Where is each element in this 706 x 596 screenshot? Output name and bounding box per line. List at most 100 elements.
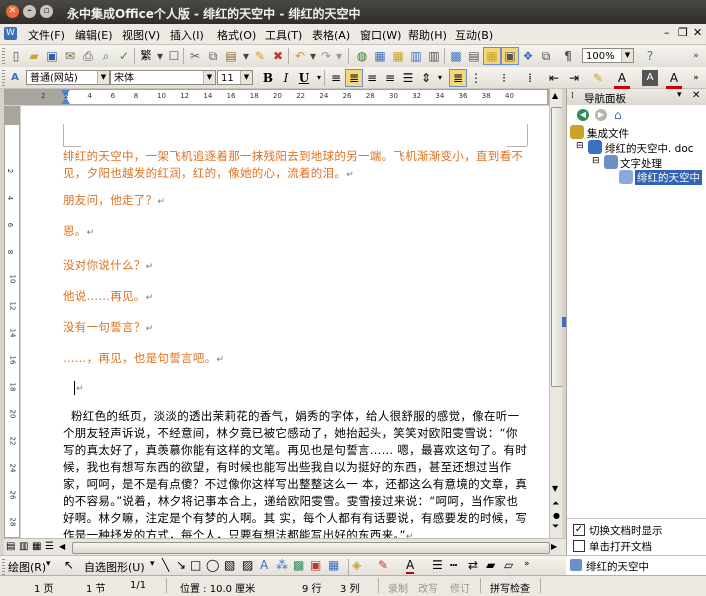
tree-item-document[interactable]: 绯红的天空中. doc [605, 141, 694, 156]
line-spacing-dropdown-icon[interactable]: ▾ [432, 70, 448, 86]
maximize-window-button[interactable]: ▫ [40, 5, 53, 18]
hyperlink-icon[interactable]: ◍ [354, 48, 370, 64]
toolbar-options-icon[interactable]: » [524, 559, 530, 569]
pane-dropdown-icon[interactable]: ▾ [677, 90, 682, 100]
paragraph[interactable]: 绯红的天空中，一架飞机追逐着那一抹残阳去到地球的另一端。飞机渐渐变小，直到看不见… [63, 148, 528, 184]
insert-table-icon[interactable]: ▦ [390, 48, 406, 64]
switch-doc-checkbox[interactable]: ✓ [573, 524, 585, 536]
columns-icon[interactable]: ▥ [426, 48, 442, 64]
oval-icon[interactable]: ◯ [206, 558, 219, 572]
picture-icon[interactable]: ▣ [310, 558, 321, 572]
clear-icon[interactable]: ✖ [270, 48, 286, 64]
paste-icon[interactable]: ▤ [223, 48, 239, 64]
forward-icon[interactable]: ▶ [595, 109, 607, 121]
status-overwrite[interactable]: 改写 [418, 580, 438, 595]
scroll-right-icon[interactable]: ▶ [551, 542, 557, 551]
back-icon[interactable]: ◀ [577, 109, 589, 121]
bold-button[interactable]: B [260, 70, 276, 86]
paragraph[interactable]: 他说……再见。↵ [63, 288, 528, 307]
drawing-icon[interactable]: ▩ [448, 48, 464, 64]
status-spellcheck[interactable]: 拼写检查 [490, 580, 530, 595]
insert-image-icon[interactable]: ▦ [328, 558, 339, 572]
vertical-textbox-icon[interactable]: ▨ [242, 558, 253, 572]
bullets-icon[interactable]: ⁝ [496, 70, 512, 86]
align-right-icon[interactable]: ≡ [382, 70, 398, 86]
diagram-icon[interactable]: ⁂ [276, 558, 288, 572]
document-map-icon[interactable]: ▤ [466, 48, 482, 64]
align-center-icon[interactable]: ≡ [364, 70, 380, 86]
fill-color-icon[interactable]: ◈ [352, 558, 361, 572]
thumbnail-icon[interactable]: ❖ [520, 48, 536, 64]
redo-dropdown-icon[interactable]: ▾ [331, 48, 347, 64]
tree-item-word-processing[interactable]: 文字处理 [620, 156, 662, 171]
format-painter-icon[interactable]: ✎ [252, 48, 268, 64]
multilevel-list-icon[interactable]: ⁞ [522, 70, 538, 86]
paragraph[interactable]: 朋友问，他走了？↵ [63, 192, 528, 211]
status-record[interactable]: 录制 [388, 580, 408, 595]
paragraph[interactable]: 没有一句誓言？↵ [63, 319, 528, 338]
page-view-icon[interactable]: ▦ [32, 541, 41, 552]
spellcheck-icon[interactable]: ✓ [116, 48, 132, 64]
doc-restore-icon[interactable]: ❐ [678, 26, 688, 39]
font-size-select[interactable]: 11 ▼ [217, 70, 253, 85]
increase-indent-icon[interactable]: ⇥ [566, 70, 582, 86]
char-shading-icon[interactable]: A [642, 70, 658, 86]
document-tab[interactable]: 绯红的天空中 [566, 555, 706, 576]
save-icon[interactable]: ▣ [44, 48, 60, 64]
minimize-window-button[interactable]: – [23, 5, 36, 18]
help-icon[interactable]: ? [642, 48, 658, 64]
research-icon[interactable]: ☐ [166, 48, 182, 64]
paragraph[interactable]: ……，再见，也是句誓言吧。↵ [63, 350, 528, 369]
tree-item-integrated-file[interactable]: 集成文件 [587, 126, 629, 141]
rectangle-icon[interactable]: □ [190, 558, 201, 572]
italic-button[interactable]: I [278, 70, 294, 86]
scroll-up-icon[interactable]: ▲ [552, 91, 558, 100]
underline-button[interactable]: U [296, 70, 312, 86]
draw-dropdown-icon[interactable]: ▾ [46, 559, 51, 569]
shadow-icon[interactable]: ▰ [486, 558, 495, 572]
menu-view[interactable]: 视图(V) [122, 27, 160, 43]
open-folder-icon[interactable]: ▰ [26, 48, 42, 64]
line-icon[interactable]: ╲ [162, 558, 169, 572]
toolbar-options-icon[interactable]: » [688, 48, 704, 64]
status-track[interactable]: 修订 [450, 580, 470, 595]
numbering-icon[interactable]: ⋮ [468, 70, 484, 86]
zoom-select[interactable]: 100% ▼ [582, 48, 634, 63]
clipart-icon[interactable]: ▩ [293, 558, 304, 572]
app-menu-icon[interactable]: W [4, 27, 17, 40]
line-style-icon[interactable]: ☰ [432, 558, 443, 572]
cut-icon[interactable]: ✂ [187, 48, 203, 64]
close-pane-icon[interactable]: ✕ [692, 90, 700, 101]
text-color-icon[interactable]: A [406, 558, 415, 574]
char-border-icon[interactable]: A [666, 70, 682, 89]
3d-icon[interactable]: ▱ [504, 558, 513, 572]
menu-edit[interactable]: 编辑(E) [75, 27, 113, 43]
numbering-style-icon[interactable]: ≣ [449, 69, 467, 87]
tree-expand-icon[interactable]: ⊟ [592, 156, 600, 166]
tree-item-page-selected[interactable]: 绯红的天空中 [635, 170, 702, 185]
outline-view-icon[interactable]: ☰ [45, 541, 54, 552]
paragraph[interactable]: 恩。↵ [63, 223, 528, 242]
paragraph[interactable]: 粉红色的纸页，淡淡的透出茉莉花的香气，娟秀的字体，给人很舒服的感觉，像在听一个朋… [63, 408, 528, 538]
styles-icon[interactable]: A [7, 70, 23, 86]
arrow-style-icon[interactable]: ⇄ [468, 558, 478, 572]
horizontal-ruler[interactable]: 2 2 4 6 8 10 12 14 16 18 20 22 24 26 28 30 32 34 36 38 40 [4, 89, 562, 105]
menu-help[interactable]: 帮助(H) [408, 27, 447, 43]
decrease-indent-icon[interactable]: ⇤ [546, 70, 562, 86]
menu-insert[interactable]: 插入(I) [170, 27, 204, 43]
doc-close-icon[interactable]: ✕ [693, 26, 702, 39]
highlight-icon[interactable]: ✎ [590, 70, 606, 86]
permission-icon[interactable]: ✉ [62, 48, 78, 64]
style-select[interactable]: 普通(网站) ▼ [26, 70, 110, 85]
arrow-icon[interactable]: ↘ [176, 558, 186, 572]
single-click-checkbox[interactable] [573, 540, 585, 552]
print-icon[interactable]: ⎙ [80, 48, 96, 64]
document-canvas[interactable]: 绯红的天空中，一架飞机追逐着那一抹残阳去到地球的另一端。飞机渐渐变小，直到看不见… [21, 106, 549, 538]
next-page-icon[interactable]: ⏷ [552, 522, 559, 532]
pane-splitter[interactable] [562, 89, 566, 555]
distribute-icon[interactable]: ☰ [400, 70, 416, 86]
paragraph-mark-icon[interactable]: ¶ [560, 48, 576, 64]
scroll-down-icon[interactable]: ▼ [552, 484, 558, 493]
tables-borders-icon[interactable]: ▦ [372, 48, 388, 64]
web-view-icon[interactable]: ▥ [19, 541, 28, 552]
